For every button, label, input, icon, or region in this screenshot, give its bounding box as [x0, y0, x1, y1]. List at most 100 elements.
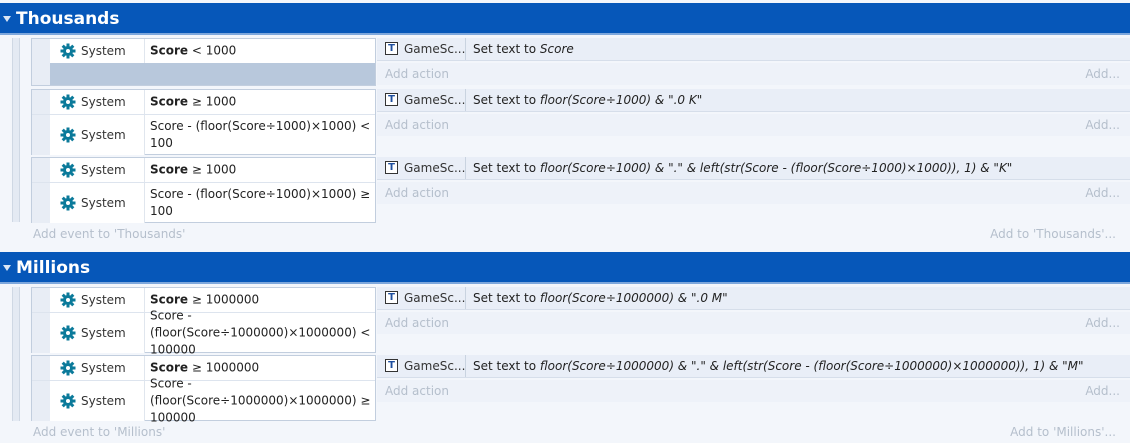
- group-header-millions[interactable]: Millions: [0, 252, 1130, 284]
- condition-keyword: Score: [150, 43, 189, 58]
- gear-icon: [60, 393, 76, 409]
- action-row[interactable]: T GameSc... Set text to Score: [377, 38, 1130, 61]
- condition-margin: [32, 381, 51, 421]
- add-event-link[interactable]: Add event to 'Thousands': [33, 223, 185, 245]
- condition-margin: [32, 183, 51, 223]
- condition-keyword: Score: [150, 94, 189, 109]
- action-text[interactable]: Set text to floor(Score÷1000) & "." & le…: [473, 157, 1012, 179]
- condition-row[interactable]: System Score - (floor(Score÷1000000)×100…: [32, 377, 375, 425]
- add-action-link[interactable]: Add action: [385, 380, 449, 402]
- add-to-group-link[interactable]: Add to 'Millions'...: [1010, 421, 1116, 443]
- event-score-m-decimal[interactable]: System Score ≥ 1000000 System Score - (f…: [31, 355, 1130, 425]
- gear-icon: [60, 292, 76, 308]
- condition-object[interactable]: System: [50, 90, 145, 114]
- condition-text[interactable]: Score ≥ 1000: [150, 94, 372, 111]
- add-action-row[interactable]: Add action Add...: [377, 114, 1130, 136]
- action-object[interactable]: T GameSc...: [377, 287, 466, 309]
- condition-row[interactable]: System Score - (floor(Score÷1000)×1000) …: [32, 114, 375, 155]
- action-prefix: Set text to: [473, 93, 540, 107]
- condition-object[interactable]: System: [50, 115, 145, 155]
- action-row[interactable]: T GameSc... Set text to floor(Score÷1000…: [377, 89, 1130, 112]
- event-score-m-round[interactable]: System Score ≥ 1000000 System Score - (f…: [31, 287, 1130, 357]
- condition-block[interactable]: System Score ≥ 1000000 System Score - (f…: [31, 355, 376, 425]
- gear-icon: [60, 43, 76, 59]
- condition-object[interactable]: System: [50, 288, 145, 312]
- action-text[interactable]: Set text to floor(Score÷1000000) & ".0 M…: [473, 287, 728, 309]
- condition-expression: ≥ 1000: [188, 162, 237, 177]
- add-action-link[interactable]: Add action: [385, 182, 449, 204]
- add-action-more-link[interactable]: Add...: [1085, 114, 1120, 136]
- group-gutter: [12, 287, 20, 421]
- add-action-row[interactable]: Add action Add...: [377, 380, 1130, 402]
- action-object-name: GameSc...: [404, 93, 466, 107]
- condition-object[interactable]: System: [50, 183, 145, 223]
- action-text[interactable]: Set text to floor(Score÷1000) & ".0 K": [473, 89, 702, 111]
- collapse-triangle-icon[interactable]: [3, 265, 11, 271]
- condition-text[interactable]: Score < 1000: [150, 43, 372, 60]
- add-action-row[interactable]: Add action Add...: [377, 63, 1130, 85]
- add-event-link[interactable]: Add event to 'Millions': [33, 421, 165, 443]
- condition-object[interactable]: System: [50, 356, 145, 380]
- action-object[interactable]: T GameSc...: [377, 355, 466, 377]
- condition-block[interactable]: System Score < 1000: [31, 38, 376, 86]
- condition-text[interactable]: Score - (floor(Score÷1000)×1000) ≥ 100: [150, 186, 372, 220]
- action-row[interactable]: T GameSc... Set text to floor(Score÷1000…: [377, 287, 1130, 310]
- condition-text[interactable]: Score - (floor(Score÷1000000)×1000000) ≥…: [150, 376, 372, 427]
- condition-object[interactable]: System: [50, 39, 145, 63]
- condition-object[interactable]: System: [50, 381, 145, 421]
- condition-object-name: System: [81, 128, 126, 142]
- action-expression: floor(Score÷1000000) & ".0 M": [539, 291, 728, 305]
- action-row[interactable]: T GameSc... Set text to floor(Score÷1000…: [377, 157, 1130, 180]
- event-score-k-round[interactable]: System Score ≥ 1000 System Score - (floo…: [31, 89, 1130, 155]
- condition-margin: [32, 313, 51, 353]
- add-action-more-link[interactable]: Add...: [1085, 63, 1120, 85]
- condition-expression: ≥ 1000: [188, 94, 237, 109]
- condition-margin: [32, 158, 51, 182]
- collapse-triangle-icon[interactable]: [3, 16, 11, 22]
- action-prefix: Set text to: [473, 42, 540, 56]
- add-action-more-link[interactable]: Add...: [1085, 312, 1120, 334]
- condition-expression: Score - (floor(Score÷1000000)×1000000) <…: [150, 308, 371, 357]
- action-text[interactable]: Set text to Score: [473, 38, 574, 60]
- condition-text[interactable]: Score - (floor(Score÷1000)×1000) < 100: [150, 118, 372, 152]
- group-header-thousands[interactable]: Thousands: [0, 3, 1130, 35]
- condition-text[interactable]: Score ≥ 1000000: [150, 292, 372, 309]
- condition-block[interactable]: System Score ≥ 1000 System Score - (floo…: [31, 157, 376, 223]
- text-object-icon: T: [385, 359, 398, 372]
- condition-text[interactable]: Score - (floor(Score÷1000000)×1000000) <…: [150, 308, 372, 359]
- action-text[interactable]: Set text to floor(Score÷1000000) & "." &…: [473, 355, 1084, 377]
- add-action-row[interactable]: Add action Add...: [377, 312, 1130, 334]
- condition-text[interactable]: Score ≥ 1000000: [150, 360, 372, 377]
- condition-object[interactable]: System: [50, 313, 145, 353]
- action-prefix: Set text to: [473, 359, 540, 373]
- add-action-more-link[interactable]: Add...: [1085, 182, 1120, 204]
- add-action-link[interactable]: Add action: [385, 312, 449, 334]
- action-object[interactable]: T GameSc...: [377, 38, 466, 60]
- condition-object-name: System: [81, 44, 126, 58]
- condition-expression: Score - (floor(Score÷1000)×1000) < 100: [150, 119, 371, 150]
- event-score-k-decimal[interactable]: System Score ≥ 1000 System Score - (floo…: [31, 157, 1130, 223]
- add-action-more-link[interactable]: Add...: [1085, 380, 1120, 402]
- add-action-row[interactable]: Add action Add...: [377, 182, 1130, 204]
- condition-object[interactable]: System: [50, 158, 145, 182]
- condition-text[interactable]: Score ≥ 1000: [150, 162, 372, 179]
- condition-keyword: Score: [150, 292, 189, 307]
- action-row[interactable]: T GameSc... Set text to floor(Score÷1000…: [377, 355, 1130, 378]
- condition-row[interactable]: System Score - (floor(Score÷1000000)×100…: [32, 309, 375, 357]
- action-object[interactable]: T GameSc...: [377, 89, 466, 111]
- condition-expression: ≥ 1000000: [188, 292, 260, 307]
- condition-row[interactable]: System Score ≥ 1000: [32, 90, 375, 114]
- add-action-link[interactable]: Add action: [385, 63, 449, 85]
- add-event-row[interactable]: Add event to 'Millions' Add to 'Millions…: [0, 421, 1130, 443]
- action-object[interactable]: T GameSc...: [377, 157, 466, 179]
- condition-row[interactable]: System Score < 1000: [32, 39, 375, 63]
- event-score-less-1000[interactable]: System Score < 1000 T GameSc... Set text…: [31, 38, 1130, 86]
- text-object-icon: T: [385, 291, 398, 304]
- condition-block[interactable]: System Score ≥ 1000000 System Score - (f…: [31, 287, 376, 357]
- condition-row[interactable]: System Score ≥ 1000: [32, 158, 375, 182]
- add-event-row[interactable]: Add event to 'Thousands' Add to 'Thousan…: [0, 223, 1130, 245]
- condition-block[interactable]: System Score ≥ 1000 System Score - (floo…: [31, 89, 376, 155]
- add-action-link[interactable]: Add action: [385, 114, 449, 136]
- condition-row[interactable]: System Score - (floor(Score÷1000)×1000) …: [32, 182, 375, 223]
- add-to-group-link[interactable]: Add to 'Thousands'...: [990, 223, 1116, 245]
